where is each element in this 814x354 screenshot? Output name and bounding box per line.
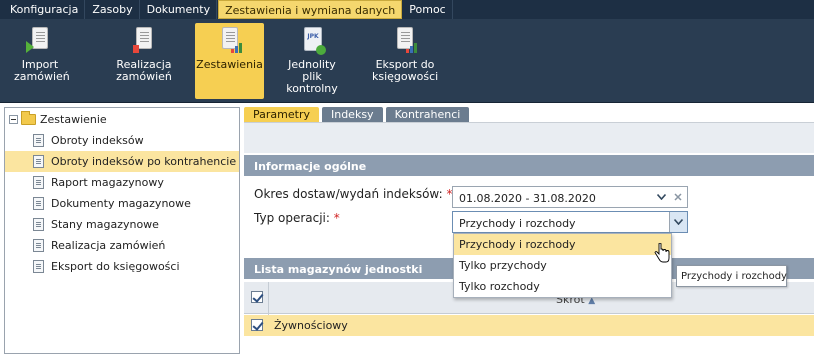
menu-zasoby[interactable]: Zasoby [86, 0, 140, 19]
reports-label: Zestawienia [196, 58, 263, 71]
period-field[interactable]: 01.08.2020 - 31.08.2020 [452, 186, 688, 208]
tree-root-label: Zestawienie [40, 113, 107, 126]
operation-type-value: Przychody i rozchody [459, 217, 576, 230]
tree-item-label: Stany magazynowe [51, 218, 159, 231]
menu-konfiguracja[interactable]: Konfiguracja [4, 0, 86, 19]
menu-bar: Konfiguracja Zasoby Dokumenty Zestawieni… [0, 0, 814, 19]
reports-button[interactable]: Zestawienia [195, 23, 264, 99]
menu-zestawienia[interactable]: Zestawienia i wymiana danych [218, 0, 403, 19]
required-mark: * [333, 211, 340, 225]
warehouse-name: Żywnościowy [274, 319, 348, 332]
tree-item-realizacja-zamowien[interactable]: Realizacja zamówień [5, 235, 239, 256]
period-label: Okres dostaw/wydań indeksów: * [254, 187, 452, 201]
import-orders-button[interactable]: Import zamówień [14, 23, 70, 99]
param-tabs: Parametry Indeksy Kontrahenci [244, 107, 814, 123]
accounting-export-label-2: księgowości [372, 70, 439, 83]
tree-item-raport-magazynowy[interactable]: Raport magazynowy [5, 172, 239, 193]
operation-type-select[interactable]: Przychody i rozchody [452, 211, 688, 233]
tree-item-label: Dokumenty magazynowe [51, 197, 191, 210]
report-file-icon [33, 218, 44, 231]
tree-item-label: Raport magazynowy [51, 176, 164, 189]
select-all-checkbox[interactable] [251, 291, 263, 303]
tree-item-dokumenty-magazynowe[interactable]: Dokumenty magazynowe [5, 193, 239, 214]
period-label-text: Okres dostaw/wydań indeksów: [254, 187, 443, 201]
accounting-export-icon [394, 27, 417, 53]
tree-item-obroty-po-kontrahencie[interactable]: Obroty indeksów po kontrahencie [5, 151, 239, 172]
accounting-export-button[interactable]: Eksport do księgowości [372, 23, 438, 99]
operation-type-label: Typ operacji: * [254, 211, 340, 225]
tree-item-stany-magazynowe[interactable]: Stany magazynowe [5, 214, 239, 235]
report-file-icon [33, 239, 44, 252]
period-value: 01.08.2020 - 31.08.2020 [459, 192, 596, 205]
menu-pomoc[interactable]: Pomoc [403, 0, 453, 19]
option-tylko-przychody[interactable]: Tylko przychody [454, 255, 671, 276]
tab-parametry[interactable]: Parametry [244, 107, 319, 122]
tab-kontrahenci[interactable]: Kontrahenci [385, 107, 470, 122]
tree-item-label: Eksport do księgowości [51, 260, 180, 273]
operation-type-label-text: Typ operacji: [254, 211, 330, 225]
tree-item-obroty-indeksow[interactable]: Obroty indeksów [5, 130, 239, 151]
tree-item-eksport-do-ksiegowosci[interactable]: Eksport do księgowości [5, 256, 239, 277]
import-orders-label-2: zamówień [14, 70, 70, 83]
orders-fulfillment-label-2: zamówień [116, 70, 172, 83]
report-file-icon [33, 155, 44, 168]
tab-indeksy[interactable]: Indeksy [321, 107, 383, 122]
option-tylko-rozchody[interactable]: Tylko rozchody [454, 276, 671, 297]
report-file-icon [33, 260, 44, 273]
table-row[interactable]: Żywnościowy [244, 315, 814, 336]
chevron-down-icon[interactable] [669, 212, 687, 232]
tree-item-label: Realizacja zamówień [51, 239, 166, 252]
operation-type-dropdown: Przychody i rozchody Tylko przychody Tyl… [453, 233, 672, 298]
tree-root[interactable]: Zestawienie [5, 109, 239, 130]
tab-content-stripe [244, 123, 814, 153]
collapse-icon[interactable] [9, 115, 18, 124]
general-info-header: Informacje ogólne [244, 155, 814, 176]
clear-icon[interactable] [669, 187, 687, 207]
menu-dokumenty[interactable]: Dokumenty [141, 0, 218, 19]
hand-cursor-icon [654, 243, 670, 263]
orders-fulfillment-button[interactable]: Realizacja zamówień [112, 23, 176, 99]
orders-fulfillment-icon [133, 27, 155, 53]
jpk-file-button[interactable]: JPK Jednolity plik kontrolny [277, 23, 347, 99]
jpk-file-label-1: Jednolity plik [288, 58, 336, 83]
report-file-icon [33, 197, 44, 210]
report-file-icon [33, 134, 44, 147]
tree-item-label: Obroty indeksów [51, 134, 144, 147]
option-tooltip: Przychody i rozchody [676, 265, 787, 287]
report-tree: Zestawienie Obroty indeksów Obroty indek… [4, 107, 240, 354]
row-checkbox[interactable] [251, 319, 263, 331]
jpk-file-label-2: kontrolny [286, 82, 338, 95]
jpk-file-icon: JPK [301, 27, 326, 55]
toolbar-ribbon: Import zamówień Realizacja zamówień Zest… [0, 19, 814, 103]
tree-item-label: Obroty indeksów po kontrahencie [51, 155, 237, 168]
import-orders-icon [26, 27, 51, 53]
chevron-down-icon[interactable] [652, 187, 670, 207]
report-file-icon [33, 176, 44, 189]
option-przychody-i-rozchody[interactable]: Przychody i rozchody [454, 234, 671, 255]
reports-icon [219, 27, 242, 53]
folder-icon [21, 111, 36, 125]
